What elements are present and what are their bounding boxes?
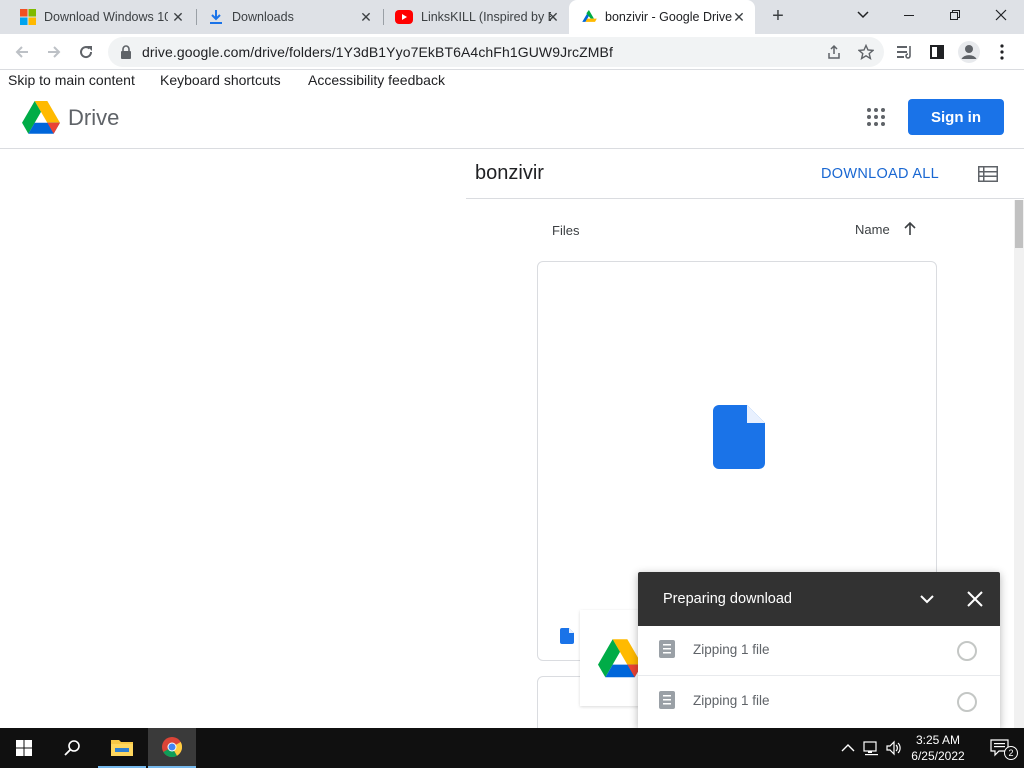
start-button[interactable] [0,728,48,768]
clock-date: 6/25/2022 [911,749,965,763]
drive-header: Drive Sign in [0,91,1024,149]
skip-to-main-link[interactable]: Skip to main content [8,72,135,88]
close-icon[interactable] [966,590,984,608]
share-icon[interactable] [826,44,842,60]
restore-button[interactable] [932,0,978,30]
drive-logo-icon[interactable] [22,101,60,135]
files-section-label: Files [552,223,580,238]
forward-arrow-icon [48,46,61,58]
skip-links-bar: Skip to main content Keyboard shortcuts … [0,71,1024,91]
apps-icon[interactable] [866,107,886,127]
side-panel-button[interactable] [923,38,951,66]
tab-title: bonzivir - Google Drive [605,10,733,24]
lock-icon[interactable] [120,45,132,59]
tab-linkskill[interactable]: LinksKILL (Inspired by E ✕ [383,0,569,34]
tab-bonzivir-drive[interactable]: bonzivir - Google Drive ✕ [569,0,755,34]
reading-list-button[interactable] [891,38,919,66]
download-panel-header: Preparing download [638,572,1000,626]
tab-downloads[interactable]: Downloads ✕ [196,0,382,34]
chrome-taskbar-button[interactable] [148,728,196,768]
file-type-icon [560,628,574,644]
browser-toolbar: drive.google.com/drive/folders/1Y3dB1Yyo… [0,34,1024,70]
zip-file-icon [659,691,675,709]
chevron-up-icon[interactable] [840,740,856,756]
search-icon [64,740,80,756]
notification-count-badge: 2 [1004,746,1018,760]
system-clock[interactable]: 3:25 AM 6/25/2022 [905,732,971,764]
download-icon [210,10,222,24]
close-icon [995,9,1007,21]
chevron-down-icon [857,11,869,19]
download-item: Zipping 1 file [638,626,1000,676]
sign-in-button[interactable]: Sign in [908,99,1004,135]
tab-close-button[interactable]: ✕ [358,9,374,25]
tab-strip: Download Windows 10 ✕ Downloads ✕ LinksK… [0,0,1024,34]
progress-spinner [957,641,977,661]
reload-button[interactable] [72,38,100,66]
minimize-button[interactable] [886,0,932,30]
back-button[interactable] [8,38,36,66]
restore-icon [950,10,960,20]
file-explorer-button[interactable] [98,728,146,768]
download-panel-title: Preparing download [663,591,792,607]
url-text[interactable]: drive.google.com/drive/folders/1Y3dB1Yyo… [142,44,613,60]
tab-download-windows[interactable]: Download Windows 10 ✕ [8,0,194,34]
scrollbar-thumb[interactable] [1015,200,1023,248]
new-tab-button[interactable]: + [766,5,790,29]
network-icon[interactable] [863,740,879,756]
download-progress-panel: Preparing download Zipping 1 file Zippin… [638,572,1000,728]
folder-title: bonzivir [475,162,544,184]
tab-search-button[interactable] [840,0,886,30]
keyboard-shortcuts-link[interactable]: Keyboard shortcuts [160,72,281,88]
profile-icon [958,41,980,63]
list-view-icon[interactable] [978,166,998,182]
forward-button[interactable] [40,38,68,66]
windows-logo-icon [16,740,32,756]
download-all-button[interactable]: DOWNLOAD ALL [821,166,939,182]
windows-icon [20,9,36,25]
youtube-icon [395,10,413,24]
file-icon [713,405,765,469]
accessibility-feedback-link[interactable]: Accessibility feedback [308,72,445,88]
tab-title: Downloads [232,10,294,24]
volume-icon[interactable] [886,740,902,756]
folder-header: bonzivir DOWNLOAD ALL [466,150,1024,199]
zip-file-icon [659,640,675,658]
reload-icon [80,46,93,59]
tab-title: Download Windows 10 [44,10,168,24]
chevron-down-icon[interactable] [918,590,936,608]
chrome-icon [162,737,182,757]
file-explorer-icon [111,740,133,756]
tab-title: LinksKILL (Inspired by E [421,10,551,24]
tab-close-button[interactable]: ✕ [170,9,186,25]
browser-menu-button[interactable] [988,38,1016,66]
windows-taskbar: 3:25 AM 6/25/2022 2 [0,728,1024,768]
drive-logo-icon [598,639,642,678]
sort-by-name-button[interactable]: Name [855,222,890,237]
clock-time: 3:25 AM [915,733,961,747]
star-icon[interactable] [858,44,874,60]
page-scrollbar[interactable] [1014,200,1024,728]
action-center-button[interactable]: 2 [976,728,1024,768]
tab-close-button[interactable]: ✕ [731,9,747,25]
close-window-button[interactable] [978,0,1024,30]
address-bar[interactable]: drive.google.com/drive/folders/1Y3dB1Yyo… [108,37,884,67]
profile-button[interactable] [955,38,983,66]
reading-list-icon [897,46,911,59]
back-arrow-icon [15,46,28,58]
drive-icon [582,10,597,22]
download-item: Zipping 1 file [638,677,1000,727]
progress-spinner [957,692,977,712]
download-item-label: Zipping 1 file [693,642,770,657]
download-item-label: Zipping 1 file [693,693,770,708]
search-button[interactable] [48,728,96,768]
tab-close-button[interactable]: ✕ [545,9,561,25]
menu-icon [1000,44,1004,60]
drive-logo-text[interactable]: Drive [68,105,119,131]
minimize-icon [904,15,914,16]
side-panel-icon [930,45,944,59]
sort-up-icon[interactable] [902,221,918,237]
